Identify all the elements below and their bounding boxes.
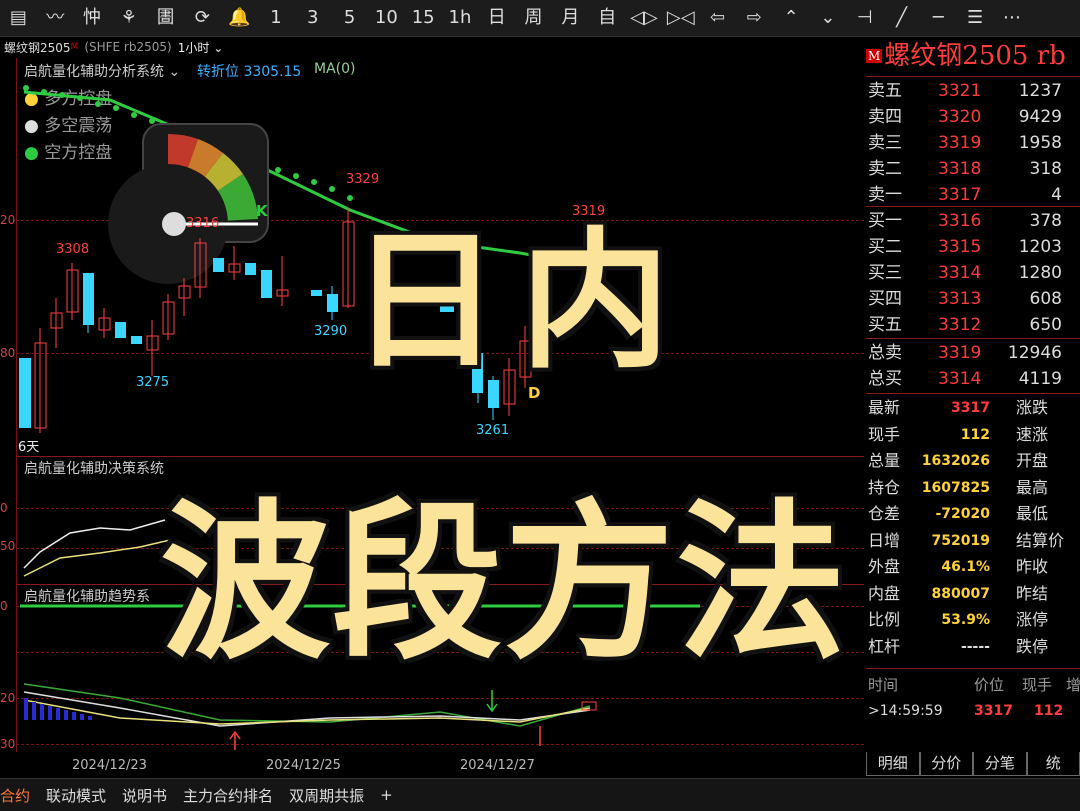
quote-row: 卖一33174 (866, 182, 1080, 208)
tab-stats[interactable]: 统 (1027, 752, 1080, 776)
info-row: 外盘46.1%昨收 (866, 554, 1080, 580)
bottom-tab[interactable]: 双周期共振 (281, 785, 372, 806)
overlay-title-line1: 日内 (350, 180, 690, 397)
toolbar-button[interactable]: 周 (515, 0, 552, 36)
date-label: 2024/12/27 (460, 758, 535, 773)
quote-row: 买一3316378 (866, 208, 1080, 234)
toolbar-button[interactable]: 3 (294, 0, 331, 36)
toolbar-button[interactable]: ╱ (883, 0, 920, 36)
quote-row: 卖四33209429 (866, 104, 1080, 130)
quote-row: 总卖331912946 (866, 340, 1080, 366)
quote-tabs: 明细 分价 分笔 统 (866, 752, 1080, 776)
trade-header: 时间 价位 现手 增 (866, 672, 1080, 698)
main-contract-marker: M (71, 42, 79, 52)
info-row: 日增752019结算价 (866, 528, 1080, 554)
decision-line-white (24, 520, 165, 568)
toolbar-button[interactable]: 10 (368, 0, 405, 36)
bottom-tab[interactable]: 主力合约排名 (175, 785, 281, 806)
bottom-tab[interactable]: 合约 (0, 785, 38, 806)
toolbar-button[interactable]: ⌃ (773, 0, 810, 36)
toolbar-button[interactable]: 〰 (37, 0, 74, 36)
toolbar-button[interactable]: ─ (920, 0, 957, 36)
bottom-tab[interactable]: 说明书 (114, 785, 175, 806)
quote-row: 买三33141280 (866, 260, 1080, 286)
info-row: 内盘880007昨结 (866, 581, 1080, 607)
decision-system-label: 启航量化辅助决策系统 (24, 458, 164, 478)
info-row: 持仓1607825最高 (866, 475, 1080, 501)
info-row: 现手112速涨 (866, 422, 1080, 448)
date-label: 2024/12/23 (72, 758, 147, 773)
toolbar-button[interactable]: 5 (331, 0, 368, 36)
tab-tick[interactable]: 分笔 (973, 752, 1027, 776)
instrument-code: (SHFE rb2505) (84, 40, 171, 54)
toolbar-button[interactable]: ☰ (957, 0, 994, 36)
toolbar-button[interactable]: 月 (552, 0, 589, 36)
toolbar-button[interactable]: ⋯ (994, 0, 1031, 36)
add-tab-button[interactable]: + (372, 786, 401, 804)
period-selector[interactable]: 1小时 ⌄ (178, 39, 224, 56)
sentiment-gauge (108, 124, 268, 284)
toolbar-button[interactable]: 自 (589, 0, 626, 36)
chart-title-bar: 螺纹钢2505 M (SHFE rb2505) 1小时 ⌄ (0, 36, 864, 58)
price-label: 3261 (476, 423, 509, 438)
date-label: 2024/12/25 (266, 758, 341, 773)
instrument-name: 螺纹钢2505 (4, 39, 71, 56)
toolbar: ▤〰忡⚘圕⟳🔔13510151h日周月自◁▷▷◁⇦⇨⌃⌄⊣╱─☰⋯ (0, 0, 1080, 37)
toolbar-button[interactable]: ⚘ (110, 0, 147, 36)
quote-title: M螺纹钢2505 rb (866, 38, 1080, 74)
trend-system-label: 启航量化辅助趋势系 (24, 586, 150, 606)
signal-k: K (256, 202, 268, 220)
bottom-bar: 合约 联动模式 说明书 主力合约排名 双周期共振 + (0, 778, 1080, 811)
toolbar-button[interactable]: ⊣ (846, 0, 883, 36)
quote-row: 卖二3318318 (866, 156, 1080, 182)
chevron-down-icon: ⌄ (213, 41, 223, 55)
quote-row: 买五3312650 (866, 312, 1080, 338)
info-row: 仓差-72020最低 (866, 501, 1080, 527)
toolbar-button[interactable]: 日 (478, 0, 515, 36)
quote-row: 买四3313608 (866, 286, 1080, 312)
info-row: 最新3317涨跌 (866, 395, 1080, 421)
toolbar-button[interactable]: ⟳ (184, 0, 221, 36)
toolbar-button[interactable]: 1h (442, 0, 479, 36)
overlay-title-line2: 波段方法 (160, 445, 848, 691)
toolbar-button[interactable]: 忡 (74, 0, 111, 36)
toolbar-button[interactable]: 1 (258, 0, 295, 36)
bottom-tab[interactable]: 联动模式 (38, 785, 114, 806)
toolbar-button[interactable]: ⇨ (736, 0, 773, 36)
quote-row: 总买33144119 (866, 366, 1080, 392)
price-label: 3275 (136, 375, 169, 390)
toolbar-button[interactable]: ▤ (0, 0, 37, 36)
price-label: 3316 (186, 216, 219, 231)
trade-row: >14:59:59 3317 112 (866, 698, 1080, 724)
toolbar-button[interactable]: ▷◁ (662, 0, 699, 36)
toolbar-button[interactable]: ⌄ (810, 0, 847, 36)
toolbar-button[interactable]: ◁▷ (626, 0, 663, 36)
info-row: 比例53.9%涨停 (866, 607, 1080, 633)
tab-detail[interactable]: 明细 (866, 752, 920, 776)
decision-line-yellow (24, 540, 170, 576)
info-row: 杠杆-----跌停 (866, 634, 1080, 660)
toolbar-button[interactable]: ⇦ (699, 0, 736, 36)
toolbar-button[interactable]: 圕 (147, 0, 184, 36)
quote-row: 卖三33191958 (866, 130, 1080, 156)
quote-row: 卖五33211237 (866, 78, 1080, 104)
quote-panel: M螺纹钢2505 rb 卖五33211237卖四33209429卖三331919… (866, 38, 1080, 778)
days-label: 6天 (18, 436, 39, 455)
info-row: 总量1632026开盘 (866, 448, 1080, 474)
price-label: 3290 (314, 324, 347, 339)
tab-price[interactable]: 分价 (920, 752, 974, 776)
price-label: 3308 (56, 242, 89, 257)
quote-row: 买二33151203 (866, 234, 1080, 260)
toolbar-button[interactable]: 🔔 (221, 0, 258, 36)
toolbar-button[interactable]: 15 (405, 0, 442, 36)
